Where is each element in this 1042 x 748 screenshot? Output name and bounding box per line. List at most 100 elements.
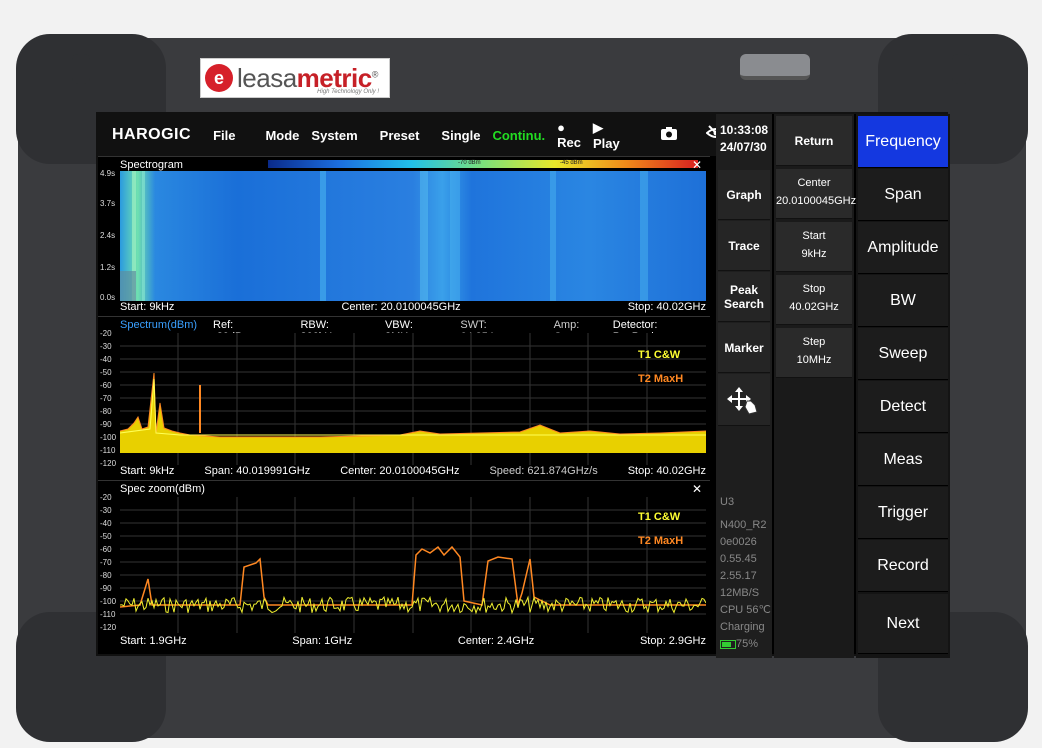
play-button[interactable]: ▶ Play xyxy=(593,120,620,151)
y-tick: -120 xyxy=(100,459,117,468)
menu-file[interactable]: File xyxy=(213,128,235,143)
y-tick: -110 xyxy=(100,610,116,619)
spectrum-panel: Spectrum(dBm) Ref: -20dBm RBW: 300kHz VB… xyxy=(98,316,710,480)
menu-meas[interactable]: Meas xyxy=(858,434,948,486)
center-frequency: Center: 2.4GHz xyxy=(457,635,535,647)
y-tick: -80 xyxy=(100,571,112,580)
marker-button[interactable]: Marker xyxy=(718,323,770,373)
spectrogram-panel: Spectrogram -70 dBm -45 dBm ✕ 4.9s 3.7s … xyxy=(98,156,710,316)
stop-frequency: Stop: 2.9GHz xyxy=(639,635,706,647)
span-value: Span: 1GHz xyxy=(292,635,353,647)
sweep-speed: Speed: 621.874GHz/s xyxy=(489,465,598,477)
menu-bw[interactable]: BW xyxy=(858,275,948,327)
top-menu-bar: HAROGIC File Mode System Preset Single C… xyxy=(98,114,727,156)
trace-button[interactable]: Trace xyxy=(718,221,770,271)
sysinfo-line: 0e0026 xyxy=(720,536,757,548)
spectrogram-freq-axis: Start: 9kHz Center: 20.0100045GHz Stop: … xyxy=(120,301,706,315)
brand-logo: HAROGIC xyxy=(112,126,192,143)
stop-frequency: Stop: 40.02GHz xyxy=(627,465,706,477)
y-tick: -110 xyxy=(100,446,116,455)
spectrogram-title: Spectrogram xyxy=(120,159,183,171)
screen: HAROGIC File Mode System Preset Single C… xyxy=(96,112,950,658)
colorbar: -70 dBm -45 dBm xyxy=(268,160,698,168)
record-button[interactable]: ● Rec xyxy=(557,120,581,150)
sysinfo-line: U3 xyxy=(720,496,735,508)
camera-icon[interactable] xyxy=(660,126,678,145)
y-tick: -100 xyxy=(100,597,117,606)
spectrogram-image xyxy=(120,171,706,301)
y-tick: 1.2s xyxy=(100,263,116,272)
continuous-sweep-button[interactable]: Continu. xyxy=(492,128,545,143)
menu-preset[interactable]: Preset xyxy=(380,128,420,143)
rf-connector xyxy=(740,54,810,80)
step-param[interactable]: Step 10MHz xyxy=(776,328,852,378)
y-tick: 0.0s xyxy=(100,293,116,302)
y-tick: -60 xyxy=(100,381,112,390)
y-tick: -50 xyxy=(100,532,112,541)
y-tick: 4.9s xyxy=(100,169,116,178)
leasametric-logo: e leasametric® High Technology Only ! xyxy=(200,58,390,98)
spec-zoom-plot xyxy=(120,497,706,633)
menu-system[interactable]: System xyxy=(311,128,357,143)
y-tick: -20 xyxy=(100,329,112,338)
spec-zoom-title: Spec zoom(dBm) xyxy=(120,483,205,495)
zoom-freq-axis: Start: 1.9GHz Span: 1GHz Center: 2.4GHz … xyxy=(120,635,706,649)
status-column: 10:33:08 24/07/30 Graph Trace Peak Searc… xyxy=(716,114,772,658)
colorbar-tick: -45 dBm xyxy=(560,160,583,166)
menu-record[interactable]: Record xyxy=(858,540,948,592)
close-icon[interactable]: ✕ xyxy=(692,158,702,172)
single-sweep-button[interactable]: Single xyxy=(441,128,480,143)
y-tick: -90 xyxy=(100,584,112,593)
y-tick: -30 xyxy=(100,342,112,351)
sysinfo-line: N400_R2 xyxy=(720,519,767,531)
sysinfo-line: 0.55.45 xyxy=(720,553,757,565)
move-touch-icon[interactable] xyxy=(718,374,770,426)
trace2-label: T2 MaxH xyxy=(638,535,684,547)
start-frequency: Start: 1.9GHz xyxy=(120,635,187,647)
y-tick: -60 xyxy=(100,545,112,554)
menu-sweep[interactable]: Sweep xyxy=(858,328,948,380)
menu-detect[interactable]: Detect xyxy=(858,381,948,433)
spec-zoom-panel: Spec zoom(dBm) ✕ -20 -30 -40 -50 -60 -70 -80 -9… xyxy=(98,480,710,650)
system-info: U3 N400_R2 0e0026 0.55.45 2.55.17 12MB/S… xyxy=(720,494,771,653)
clock: 10:33:08 24/07/30 xyxy=(720,122,768,156)
menu-frequency[interactable]: Frequency xyxy=(858,116,948,168)
menu-span[interactable]: Span xyxy=(858,169,948,221)
return-button[interactable]: Return xyxy=(776,116,852,166)
menu-amplitude[interactable]: Amplitude xyxy=(858,222,948,274)
close-icon[interactable]: ✕ xyxy=(692,482,702,496)
y-tick: -80 xyxy=(100,407,112,416)
battery-icon xyxy=(720,639,736,649)
menu-trigger[interactable]: Trigger xyxy=(858,487,948,539)
menu-next[interactable]: Next xyxy=(858,594,948,654)
sysinfo-line: Charging xyxy=(720,621,765,633)
graph-button[interactable]: Graph xyxy=(718,170,770,220)
logo-mark: e xyxy=(205,64,233,92)
stop-frequency: Stop: 40.02GHz xyxy=(627,301,706,313)
time: 10:33:08 xyxy=(720,123,769,137)
trace1-label: T1 C&W xyxy=(638,349,681,361)
y-tick: -90 xyxy=(100,420,112,429)
peak-search-button[interactable]: Peak Search xyxy=(718,272,770,322)
y-tick: -50 xyxy=(100,368,112,377)
center-param[interactable]: Center 20.0100045GHz xyxy=(776,169,856,219)
mount-post xyxy=(72,54,90,84)
mount-post xyxy=(952,54,970,84)
span-value: Span: 40.019991GHz xyxy=(204,465,311,477)
y-tick: -70 xyxy=(100,558,112,567)
sysinfo-line: 2.55.17 xyxy=(720,570,757,582)
start-frequency: Start: 9kHz xyxy=(120,465,175,477)
date: 24/07/30 xyxy=(720,140,767,154)
sysinfo-line: CPU 56℃ xyxy=(720,604,771,616)
start-frequency: Start: 9kHz xyxy=(120,301,175,313)
colorbar-tick: -70 dBm xyxy=(458,160,481,166)
start-param[interactable]: Start 9kHz xyxy=(776,222,852,272)
spectrum-freq-axis: Start: 9kHz Span: 40.019991GHz Center: 2… xyxy=(120,465,706,479)
stop-param[interactable]: Stop 40.02GHz xyxy=(776,275,852,325)
battery-indicator: 75% xyxy=(720,636,771,653)
menu-mode[interactable]: Mode xyxy=(265,128,299,143)
y-tick: -100 xyxy=(100,433,117,442)
sysinfo-line: 12MB/S xyxy=(720,587,760,599)
center-frequency: Center: 20.0100045GHz xyxy=(340,465,460,477)
y-tick: -20 xyxy=(100,493,112,502)
